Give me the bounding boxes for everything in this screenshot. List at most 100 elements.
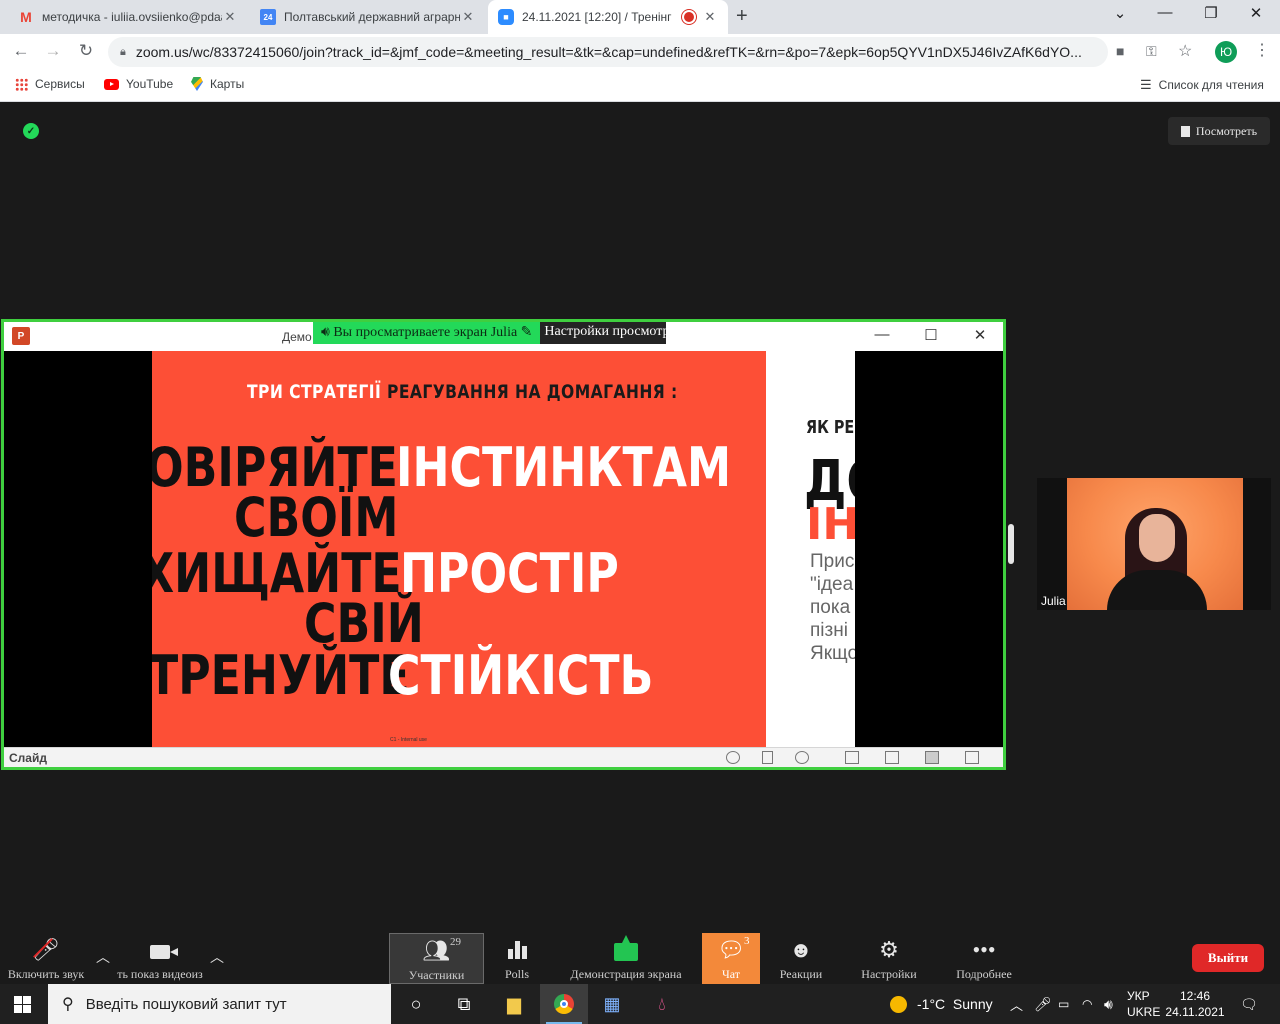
- sun-icon: [890, 995, 907, 1013]
- unmute-label: Включить звук: [7, 967, 85, 981]
- url-text: zoom.us/wc/83372415060/join?track_id=&jm…: [135, 44, 1082, 60]
- ppt-close-icon: ✕: [973, 327, 987, 344]
- close-icon[interactable]: ✕: [222, 9, 238, 25]
- forward-arrow-icon[interactable]: →: [42, 41, 64, 61]
- paint-icon[interactable]: 💧︎: [638, 984, 686, 1024]
- language-indicator[interactable]: УКР UKRE: [1127, 988, 1160, 1020]
- heading-dark: РЕАГУВАННЯ НА ДОМАГАННЯ :: [387, 381, 678, 403]
- video-feed: [1067, 478, 1243, 610]
- chat-bubble-icon: 💬︎: [717, 937, 745, 962]
- key-icon[interactable]: ⚿: [1146, 43, 1157, 60]
- reactions-button[interactable]: ☻ Реакции: [776, 933, 826, 984]
- participants-button[interactable]: 👥︎ Участники 29: [389, 933, 484, 984]
- chrome-icon[interactable]: [540, 984, 588, 1024]
- settings-button[interactable]: ⚙ Настройки: [860, 933, 918, 984]
- menu-kebab-icon[interactable]: ⋮: [1254, 40, 1270, 60]
- tab-calendar[interactable]: 24 Полтавський державний аграрний... ✕: [250, 0, 486, 34]
- zoom-icon: ■: [498, 9, 514, 25]
- slide-line-1-white: ІНСТИНКТАМ: [396, 436, 732, 499]
- close-icon[interactable]: ✕: [460, 9, 476, 25]
- calculator-icon[interactable]: ▦: [588, 984, 636, 1024]
- bookmarks-bar: Сервисы YouTube Карты ☰ Список для чтени…: [0, 70, 1280, 102]
- slide-line-5-white: СТІЙКІСТЬ: [388, 644, 654, 707]
- address-toolbar: ← → ↻ 🔒︎ zoom.us/wc/83372415060/join?tra…: [0, 34, 1280, 70]
- slideshow-icon: [965, 751, 979, 764]
- windows-taskbar: ⚲ Введіть пошуковий запит тут ○ ⧉ ▆ ▦ 💧︎…: [0, 984, 1280, 1024]
- tab-gmail[interactable]: M методичка - iuliia.ovsiienko@pdaa... ✕: [8, 0, 248, 34]
- ppt-maximize-icon: ☐: [924, 327, 938, 344]
- settings-label: Настройки: [861, 967, 917, 981]
- bookmark-maps[interactable]: Карты: [191, 77, 244, 91]
- slide-line-4-dark: СВІЙ: [304, 592, 424, 655]
- file-explorer-icon[interactable]: ▆: [490, 984, 538, 1024]
- person-body: [1107, 570, 1207, 610]
- unmute-button[interactable]: 🎤︎ Включить звук: [4, 933, 88, 984]
- share-screen-button[interactable]: Демонстрация экрана: [568, 933, 684, 984]
- network-icon[interactable]: ▭: [1058, 984, 1069, 1024]
- panel-resize-handle[interactable]: [1008, 524, 1014, 564]
- restore-button[interactable]: ❐: [1201, 4, 1221, 22]
- wifi-icon[interactable]: ◠: [1082, 984, 1092, 1024]
- back-arrow-icon[interactable]: ←: [10, 41, 32, 61]
- bookmark-label: Сервисы: [35, 77, 85, 91]
- reading-list-icon: ☰: [1140, 77, 1152, 92]
- shared-screen: P Демо — ☐ ✕ 🔊︎ Вы просматриваете экран …: [1, 319, 1006, 770]
- reading-list[interactable]: ☰ Список для чтения: [1140, 77, 1264, 93]
- show-hidden-icons-icon[interactable]: ︿: [1010, 984, 1023, 1024]
- leave-meeting-button[interactable]: Выйти: [1192, 944, 1264, 972]
- recording-icon: [684, 12, 694, 22]
- windows-start-icon[interactable]: [14, 996, 31, 1013]
- search-icon: ⚲: [62, 996, 74, 1013]
- ppt-minimize-icon: —: [874, 326, 890, 343]
- task-view-icon[interactable]: ⧉: [440, 984, 488, 1024]
- more-dots-icon: •••: [972, 937, 996, 962]
- cortana-icon[interactable]: ○: [392, 984, 440, 1024]
- tab-search-icon[interactable]: ⌄: [1110, 4, 1130, 22]
- viewing-banner: 🔊︎ Вы просматриваете экран Julia ✎ Настр…: [313, 322, 667, 344]
- bookmark-youtube[interactable]: YouTube: [104, 77, 173, 91]
- slide-footer: C1 - Internal use: [390, 737, 427, 743]
- audio-options-chevron-icon[interactable]: ︿: [96, 947, 110, 967]
- bookmark-label: YouTube: [126, 77, 174, 91]
- bookmark-star-icon[interactable]: ☆: [1178, 41, 1192, 61]
- bookmark-services[interactable]: Сервисы: [15, 77, 85, 91]
- participant-video-julia[interactable]: Julia: [1037, 478, 1271, 610]
- new-tab-button[interactable]: +: [736, 5, 748, 28]
- polls-button[interactable]: Polls: [496, 933, 538, 984]
- zoom-meeting-area: ✓ Посмотреть P Демо — ☐ ✕ 🔊︎ Вы просматр…: [0, 103, 1280, 933]
- volume-icon[interactable]: 🔊︎: [1104, 984, 1113, 1024]
- start-video-button[interactable]: ть показ видеоиз: [112, 933, 208, 984]
- profile-avatar[interactable]: Ю: [1215, 41, 1237, 63]
- microphone-icon[interactable]: 🎤︎: [1034, 984, 1052, 1024]
- view-button-label: Посмотреть: [1195, 123, 1258, 138]
- tab-title: Полтавський державний аграрний...: [284, 10, 460, 24]
- view-button[interactable]: Посмотреть: [1168, 117, 1270, 145]
- search-placeholder: Введіть пошуковий запит тут: [85, 995, 287, 1013]
- close-window-button[interactable]: ✕: [1246, 4, 1266, 22]
- camera-icon[interactable]: ■: [1116, 43, 1124, 59]
- chat-button[interactable]: 💬︎ Чат 3: [702, 933, 760, 984]
- tab-zoom[interactable]: ■ 24.11.2021 [12:20] / Тренінг ✕: [488, 0, 728, 34]
- url-field[interactable]: 🔒︎ zoom.us/wc/83372415060/join?track_id=…: [108, 37, 1108, 67]
- system-clock[interactable]: 12:46 24.11.2021: [1160, 988, 1230, 1020]
- security-shield-icon[interactable]: ✓: [23, 123, 39, 139]
- slide-status-label: Слайд: [9, 751, 47, 765]
- video-options-chevron-icon[interactable]: ︿: [210, 947, 224, 967]
- close-icon[interactable]: ✕: [702, 9, 718, 25]
- ppt-status-bar: Слайд: [4, 747, 1003, 767]
- weather-widget[interactable]: -1°C Sunny: [890, 984, 993, 1024]
- browser-tab-bar: M методичка - iuliia.ovsiienko@pdaa... ✕…: [0, 0, 1280, 34]
- bookmark-label: Карты: [210, 77, 245, 91]
- reload-icon[interactable]: ↻: [75, 41, 97, 61]
- minimize-button[interactable]: —: [1155, 4, 1175, 21]
- taskbar-search[interactable]: ⚲ Введіть пошуковий запит тут: [48, 984, 391, 1024]
- participants-icon: 👥︎: [422, 938, 451, 963]
- next-slide-preview: ЯК РЕ ДО ІН Прис "ідеа пока пізні Якщо: [766, 351, 855, 747]
- view-settings-menu[interactable]: Настройки просмотра: [540, 322, 667, 344]
- more-button[interactable]: ••• Подробнее: [954, 933, 1014, 984]
- next-slide-text-3: пока: [810, 597, 851, 618]
- slide-sorter-icon: [885, 751, 899, 764]
- weather-text: -1°C Sunny: [917, 996, 993, 1012]
- view-icon: [1180, 125, 1190, 137]
- notifications-icon[interactable]: 🗨︎: [1240, 984, 1258, 1024]
